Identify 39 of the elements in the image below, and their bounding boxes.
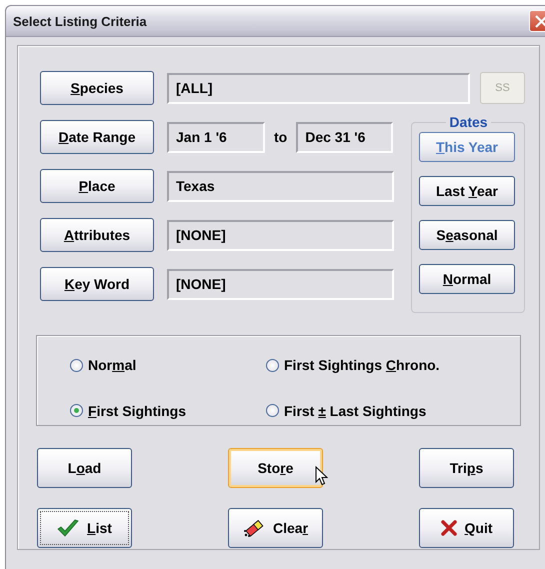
radio-button[interactable] [70,358,83,372]
value-field[interactable]: Texas [167,170,394,202]
from-date-field[interactable]: Jan 1 '6 [167,122,265,152]
to-date-field[interactable]: Dec 31 '6 [296,122,394,152]
mode-radio[interactable]: First Sightings Chrono. [266,351,520,380]
date-preset-button[interactable]: Last Year [419,176,515,206]
window-title: Select Listing Criteria [12,14,147,28]
action-button[interactable]: Clear [228,508,323,548]
cross-icon [440,520,456,536]
action-button[interactable]: Load [37,448,132,488]
radio-button[interactable] [266,358,279,372]
action-button[interactable]: List [37,508,132,548]
check-icon [57,519,80,537]
radio-label: First Sightings Chrono. [284,357,440,374]
date-preset-button[interactable]: Seasonal [419,220,515,250]
action-button[interactable]: Quit [419,508,514,548]
criteria-button[interactable]: Date Range [40,120,154,154]
radio-label: First ± Last Sightings [284,402,426,419]
criteria-button[interactable]: Key Word [40,267,154,301]
criteria-button[interactable]: Species [40,71,154,105]
value-field[interactable]: [ALL] [167,72,470,104]
cursor-icon [315,466,328,486]
value-field[interactable]: [NONE] [167,268,394,300]
radio-button[interactable] [266,404,279,418]
mode-radio[interactable]: First Sightings [70,396,266,425]
close-icon [534,14,545,28]
criteria-button[interactable]: Place [40,169,154,203]
dates-title: Dates [448,114,489,130]
value-field[interactable]: [NONE] [167,220,394,250]
mode-radio[interactable]: Normal [70,351,266,380]
action-button[interactable]: Trips [419,448,514,488]
date-preset-button[interactable]: This Year [419,132,515,162]
criteria-button[interactable]: Attributes [40,218,154,252]
date-preset-button[interactable]: Normal [419,264,515,294]
to-label: to [274,129,288,145]
radio-label: First Sightings [88,402,186,419]
radio-button[interactable] [70,404,83,418]
radio-label: Normal [88,357,136,374]
mode-radio[interactable]: First ± Last Sightings [266,396,520,425]
